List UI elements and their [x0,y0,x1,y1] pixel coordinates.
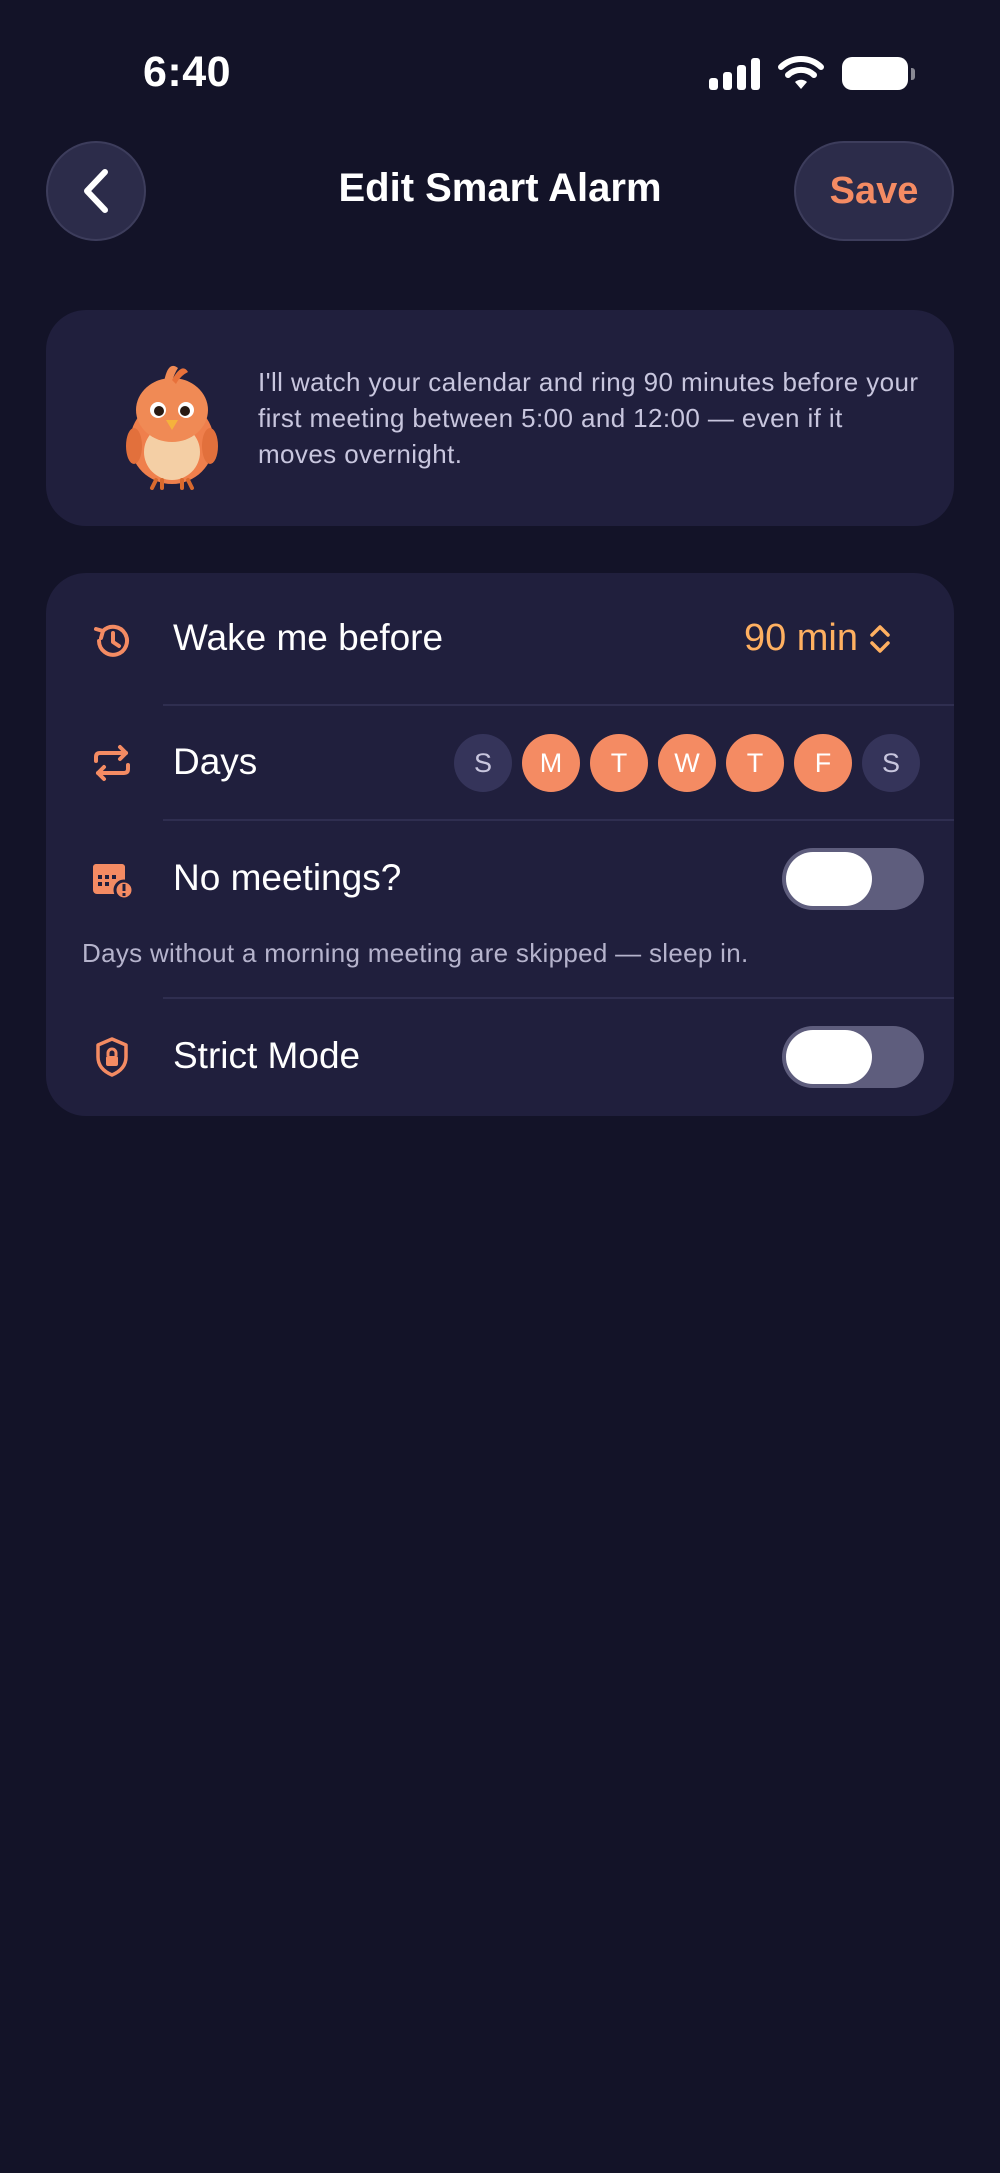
calendar-alert-icon [90,857,134,901]
chevron-up-down-icon [870,624,890,653]
status-time: 6:40 [143,48,232,96]
strict-mode-label: Strict Mode [173,1035,361,1076]
shield-lock-icon [90,1035,134,1079]
day-thursday[interactable]: T [726,734,784,792]
strict-mode-toggle[interactable] [782,1026,924,1088]
day-wednesday[interactable]: W [658,734,716,792]
day-monday[interactable]: M [522,734,580,792]
settings-card: Wake me before 90 min Days S M T W T F S… [46,573,954,1116]
cellular-signal-icon [709,56,760,90]
day-saturday[interactable]: S [862,734,920,792]
status-bar: 6:40 [0,0,1000,130]
day-tuesday[interactable]: T [590,734,648,792]
no-meetings-label: No meetings? [173,857,402,898]
divider [163,997,954,999]
save-button[interactable]: Save [794,141,954,241]
toggle-knob [786,1030,872,1084]
day-sunday[interactable]: S [454,734,512,792]
wake-before-selector[interactable]: 90 min [744,617,892,660]
divider [163,704,954,706]
bird-mascot-icon [126,365,218,490]
battery-icon [842,56,915,90]
day-selector: S M T W T F S [454,734,920,792]
wifi-icon [778,56,824,89]
status-icons [709,56,915,90]
wake-before-value: 90 min [743,617,858,659]
info-text: I'll watch your calendar and ring 90 min… [258,367,919,469]
toggle-knob [786,852,872,906]
days-label: Days [173,741,258,782]
day-friday[interactable]: F [794,734,852,792]
no-meetings-toggle[interactable] [782,848,924,910]
wake-before-label: Wake me before [173,617,444,658]
info-card: I'll watch your calendar and ring 90 min… [46,310,954,526]
no-meetings-helper-text: Days without a morning meeting are skipp… [82,938,749,968]
divider [163,819,954,821]
history-clock-icon [90,619,134,663]
repeat-icon [90,741,134,785]
